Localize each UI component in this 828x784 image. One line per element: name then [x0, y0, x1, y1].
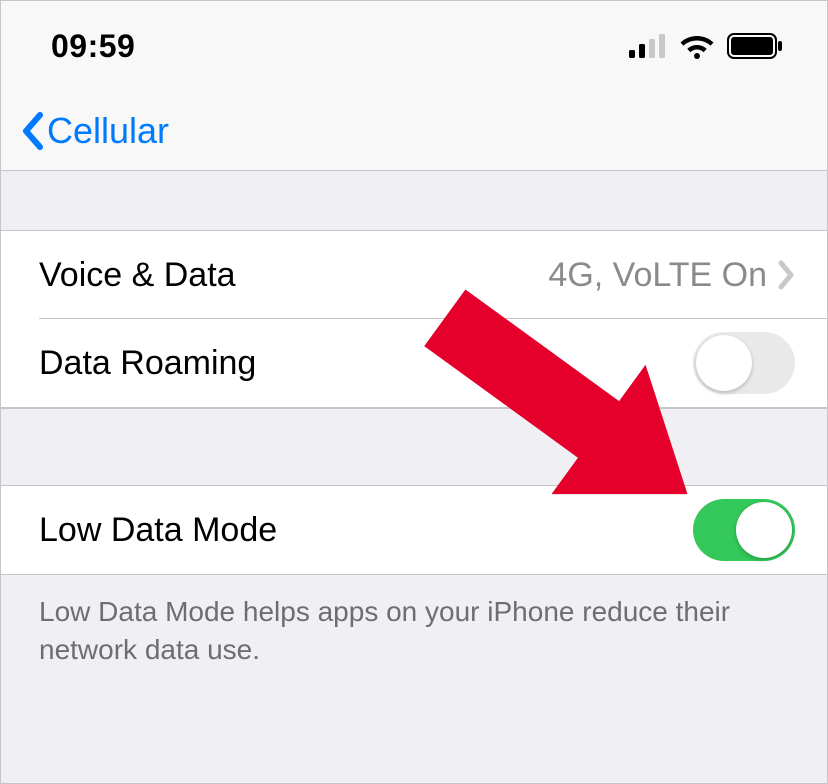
data-roaming-row: Data Roaming [1, 319, 827, 407]
toggle-knob [736, 502, 792, 558]
data-roaming-label: Data Roaming [39, 344, 256, 383]
voice-data-label: Voice & Data [39, 256, 236, 295]
status-bar: 09:59 [1, 1, 827, 91]
battery-icon [727, 33, 783, 59]
back-label: Cellular [47, 110, 169, 152]
section-footer-text: Low Data Mode helps apps on your iPhone … [1, 575, 827, 687]
wifi-icon [679, 33, 715, 59]
back-button[interactable]: Cellular [19, 110, 169, 152]
navigation-bar: Cellular [1, 91, 827, 171]
low-data-mode-label: Low Data Mode [39, 511, 277, 550]
section-gap [1, 408, 827, 486]
low-data-mode-row: Low Data Mode [1, 486, 827, 574]
low-data-group: Low Data Mode [1, 486, 827, 575]
status-time: 09:59 [51, 28, 135, 65]
voice-data-value: 4G, VoLTE On [548, 256, 767, 295]
cellular-settings-group: Voice & Data 4G, VoLTE On Data Roaming [1, 231, 827, 408]
low-data-mode-toggle[interactable] [693, 499, 795, 561]
cellular-signal-icon [629, 34, 667, 58]
chevron-left-icon [19, 111, 45, 151]
status-icons-group [629, 33, 783, 59]
toggle-knob [696, 335, 752, 391]
chevron-right-icon [777, 260, 795, 290]
data-roaming-toggle[interactable] [693, 332, 795, 394]
section-gap [1, 171, 827, 231]
voice-data-row[interactable]: Voice & Data 4G, VoLTE On [1, 231, 827, 319]
